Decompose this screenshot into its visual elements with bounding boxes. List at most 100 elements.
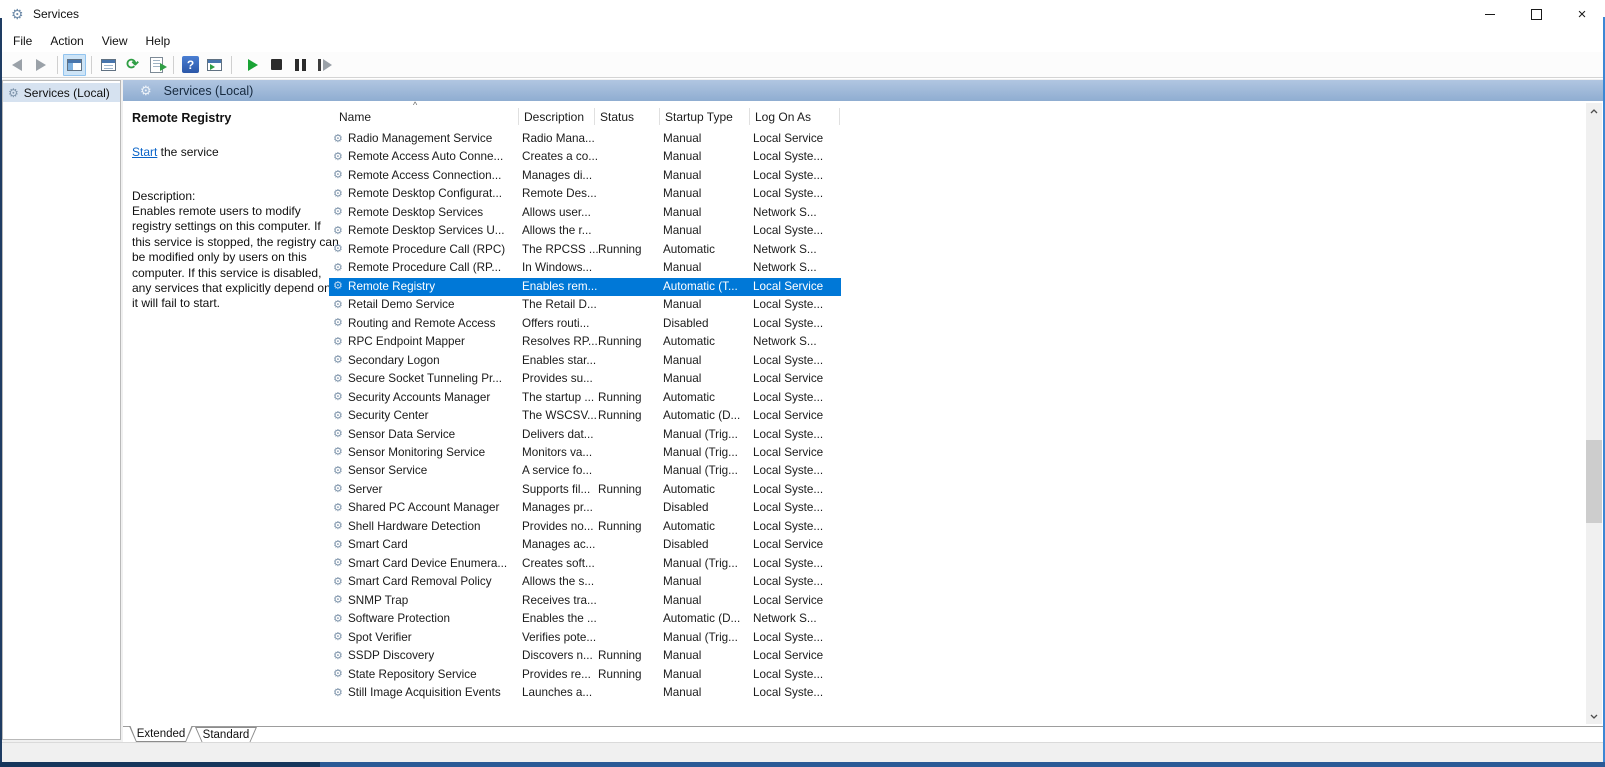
- refresh-button[interactable]: ⟳: [121, 54, 144, 76]
- service-gear-icon: ⚙: [333, 687, 343, 699]
- tab-extended[interactable]: Extended: [129, 726, 193, 742]
- restart-service-button[interactable]: [313, 54, 336, 76]
- column-divider[interactable]: [518, 108, 519, 125]
- list-header: ^ Name Description Status Startup Type L…: [329, 103, 843, 129]
- service-name-cell: Routing and Remote Access: [348, 317, 495, 330]
- menu-action[interactable]: Action: [41, 31, 92, 51]
- scroll-down-button[interactable]: [1586, 708, 1602, 724]
- service-startup-type-cell: Automatic (D...: [663, 409, 740, 422]
- show-console-tree-button[interactable]: [63, 54, 86, 76]
- service-log-on-as-cell: Local Syste...: [753, 668, 823, 681]
- column-header-startup-type[interactable]: Startup Type: [665, 110, 733, 124]
- service-row[interactable]: ⚙ Secondary Logon Enables star... Manual…: [329, 352, 841, 370]
- service-gear-icon: ⚙: [333, 169, 343, 181]
- service-row[interactable]: ⚙ Sensor Data Service Delivers dat... Ma…: [329, 426, 841, 444]
- pause-service-button[interactable]: [289, 54, 312, 76]
- help-button[interactable]: ?: [179, 54, 202, 76]
- scrollbar-thumb[interactable]: [1586, 440, 1602, 523]
- panel-header-title: Services (Local): [164, 84, 254, 98]
- service-row[interactable]: ⚙ Remote Desktop Services U... Allows th…: [329, 222, 841, 240]
- service-description-cell: Creates a co...: [522, 150, 598, 163]
- service-row[interactable]: ⚙ Shell Hardware Detection Provides no..…: [329, 518, 841, 536]
- service-row[interactable]: ⚙ Software Protection Enables the ... Au…: [329, 610, 841, 628]
- menu-view[interactable]: View: [93, 31, 137, 51]
- service-row[interactable]: ⚙ Secure Socket Tunneling Pr... Provides…: [329, 370, 841, 388]
- service-row[interactable]: ⚙ Remote Desktop Services Allows user...…: [329, 204, 841, 222]
- service-startup-type-cell: Automatic: [663, 243, 715, 256]
- menu-bar: File Action View Help: [0, 29, 1605, 52]
- service-row[interactable]: ⚙ SNMP Trap Receives tra... Manual Local…: [329, 592, 841, 610]
- status-bar: [0, 742, 1605, 762]
- scroll-up-button[interactable]: [1586, 103, 1602, 119]
- column-header-description[interactable]: Description: [524, 110, 584, 124]
- service-row[interactable]: ⚙ Spot Verifier Verifies pote... Manual …: [329, 629, 841, 647]
- service-row[interactable]: ⚙ Routing and Remote Access Offers routi…: [329, 315, 841, 333]
- service-name-cell: Remote Procedure Call (RPC): [348, 243, 505, 256]
- export-list-button[interactable]: [145, 54, 168, 76]
- chevron-down-icon: [1590, 714, 1598, 719]
- service-row[interactable]: ⚙ Radio Management Service Radio Mana...…: [329, 130, 841, 148]
- start-service-link[interactable]: Start: [132, 145, 157, 159]
- service-row[interactable]: ⚙ SSDP Discovery Discovers n... Running …: [329, 647, 841, 665]
- maximize-button[interactable]: [1513, 0, 1559, 29]
- service-name-cell: Secure Socket Tunneling Pr...: [348, 372, 502, 385]
- service-action-suffix: the service: [157, 145, 218, 159]
- service-row[interactable]: ⚙ Smart Card Device Enumera... Creates s…: [329, 555, 841, 573]
- service-row[interactable]: ⚙ Remote Procedure Call (RPC) The RPCSS …: [329, 241, 841, 259]
- service-startup-type-cell: Manual: [663, 150, 701, 163]
- service-startup-type-cell: Manual: [663, 686, 701, 699]
- service-row[interactable]: ⚙ Smart Card Manages ac... Disabled Loca…: [329, 536, 841, 554]
- service-status-cell: Running: [598, 483, 642, 496]
- column-divider[interactable]: [749, 108, 750, 125]
- service-row[interactable]: ⚙ Sensor Monitoring Service Monitors va.…: [329, 444, 841, 462]
- properties-button[interactable]: [97, 54, 120, 76]
- vertical-scrollbar[interactable]: [1586, 103, 1602, 724]
- column-header-status[interactable]: Status: [600, 110, 634, 124]
- menu-file[interactable]: File: [4, 31, 41, 51]
- taskbar-strip: [0, 762, 1605, 767]
- service-row[interactable]: ⚙ Still Image Acquisition Events Launche…: [329, 684, 841, 702]
- back-button[interactable]: [5, 54, 28, 76]
- column-header-log-on-as[interactable]: Log On As: [755, 110, 811, 124]
- service-row[interactable]: ⚙ Remote Access Connection... Manages di…: [329, 167, 841, 185]
- column-divider[interactable]: [839, 108, 840, 125]
- service-name-cell: Radio Management Service: [348, 132, 492, 145]
- show-action-pane-button[interactable]: [203, 54, 226, 76]
- minimize-button[interactable]: [1467, 0, 1513, 29]
- close-button[interactable]: ×: [1559, 0, 1605, 29]
- service-row[interactable]: ⚙ Security Accounts Manager The startup …: [329, 389, 841, 407]
- service-startup-type-cell: Manual: [663, 206, 701, 219]
- service-row[interactable]: ⚙ Smart Card Removal Policy Allows the s…: [329, 573, 841, 591]
- tree-item-services-local[interactable]: ⚙ Services (Local): [3, 83, 120, 102]
- forward-button[interactable]: [29, 54, 52, 76]
- service-startup-type-cell: Manual: [663, 575, 701, 588]
- start-service-icon: [248, 59, 258, 71]
- service-row[interactable]: ⚙ Server Supports fil... Running Automat…: [329, 481, 841, 499]
- service-row[interactable]: ⚙ Remote Registry Enables rem... Automat…: [329, 278, 841, 296]
- service-name-cell: Sensor Data Service: [348, 428, 455, 441]
- service-row[interactable]: ⚙ Remote Procedure Call (RP... In Window…: [329, 259, 841, 277]
- column-header-name[interactable]: Name: [339, 110, 371, 124]
- service-row[interactable]: ⚙ Remote Access Auto Conne... Creates a …: [329, 148, 841, 166]
- stop-service-button[interactable]: [265, 54, 288, 76]
- tab-standard[interactable]: Standard: [195, 727, 257, 743]
- column-divider[interactable]: [659, 108, 660, 125]
- service-row[interactable]: ⚙ Shared PC Account Manager Manages pr..…: [329, 499, 841, 517]
- service-startup-type-cell: Manual (Trig...: [663, 631, 738, 644]
- service-row[interactable]: ⚙ RPC Endpoint Mapper Resolves RP... Run…: [329, 333, 841, 351]
- service-startup-type-cell: Manual: [663, 132, 701, 145]
- service-row[interactable]: ⚙ Remote Desktop Configurat... Remote De…: [329, 185, 841, 203]
- service-name-cell: Sensor Service: [348, 464, 427, 477]
- service-row[interactable]: ⚙ State Repository Service Provides re..…: [329, 666, 841, 684]
- service-log-on-as-cell: Local Service: [753, 409, 823, 422]
- start-service-button[interactable]: [241, 54, 264, 76]
- service-description-cell: Offers routi...: [522, 317, 589, 330]
- service-startup-type-cell: Manual (Trig...: [663, 446, 738, 459]
- service-description-cell: Launches a...: [522, 686, 592, 699]
- column-divider[interactable]: [594, 108, 595, 125]
- service-row[interactable]: ⚙ Sensor Service A service fo... Manual …: [329, 462, 841, 480]
- service-row[interactable]: ⚙ Retail Demo Service The Retail D... Ma…: [329, 296, 841, 314]
- service-gear-icon: ⚙: [333, 151, 343, 163]
- service-row[interactable]: ⚙ Security Center The WSCSV... Running A…: [329, 407, 841, 425]
- menu-help[interactable]: Help: [137, 31, 180, 51]
